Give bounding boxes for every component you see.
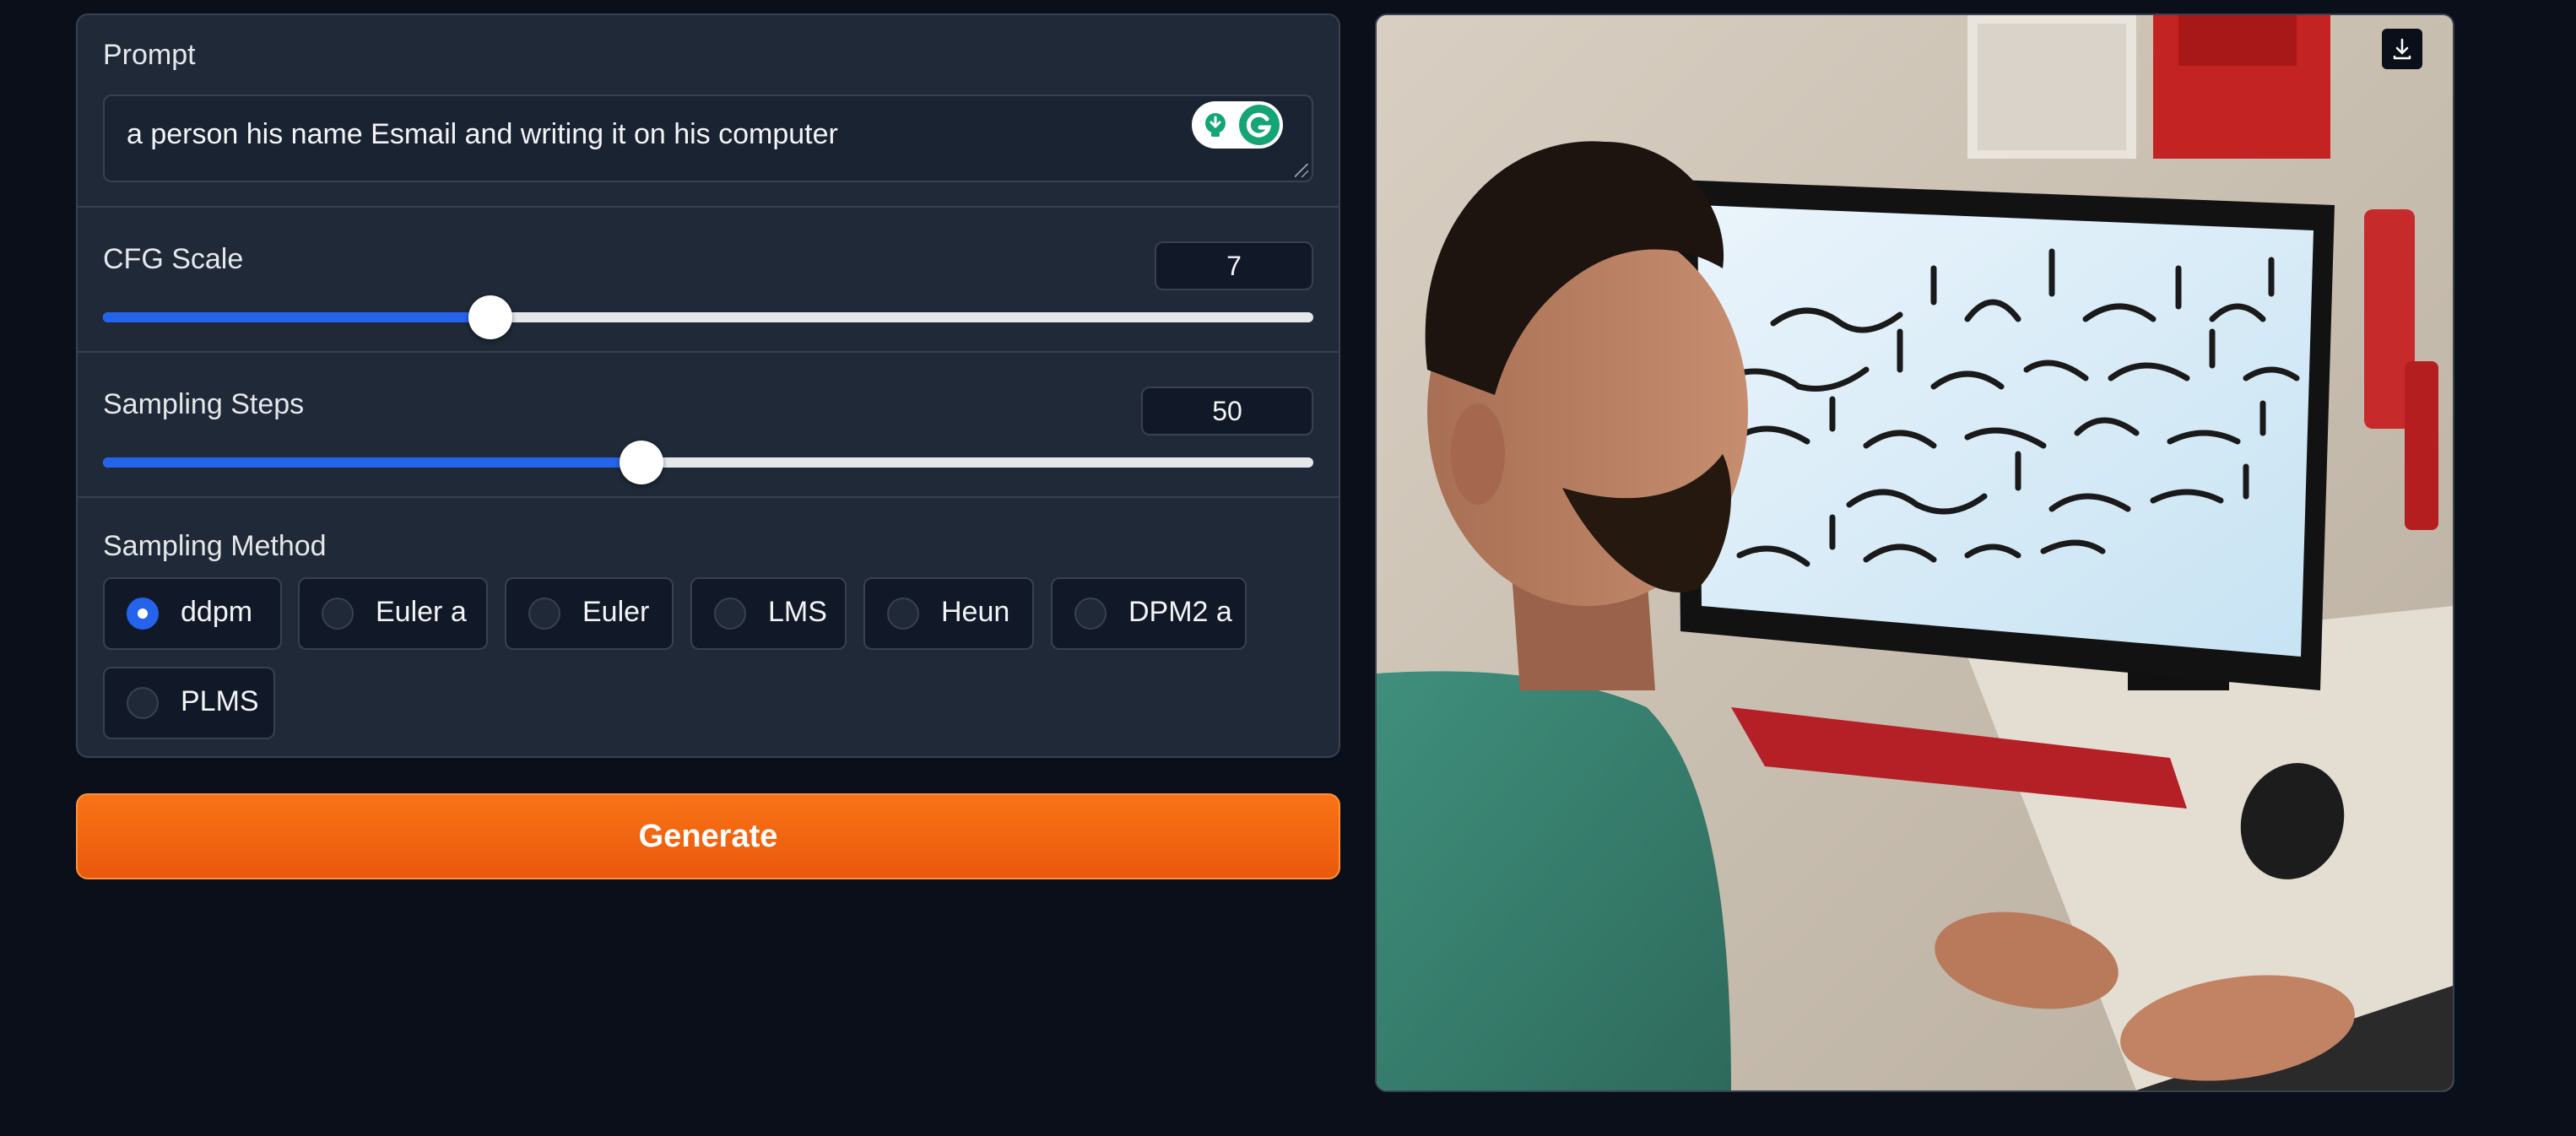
prompt-text: a person his name Esmail and writing it … <box>127 118 838 150</box>
prompt-textarea[interactable]: a person his name Esmail and writing it … <box>103 95 1313 182</box>
radio-lms[interactable]: LMS <box>690 577 847 650</box>
grammarly-icon[interactable] <box>1239 105 1280 145</box>
cfg-label: CFG Scale <box>103 243 244 275</box>
radio-dot[interactable] <box>127 598 159 630</box>
radio-label: PLMS <box>181 685 259 717</box>
radio-heun[interactable]: Heun <box>863 577 1034 650</box>
steps-slider-thumb[interactable] <box>620 441 664 484</box>
grammarly-widget[interactable] <box>1192 101 1283 149</box>
radio-dot[interactable] <box>127 687 159 719</box>
cfg-slider-fill <box>103 312 490 322</box>
radio-label: Euler <box>582 596 650 628</box>
lightbulb-icon[interactable] <box>1197 106 1234 143</box>
radio-dot[interactable] <box>714 598 746 630</box>
radio-dot[interactable] <box>528 598 560 630</box>
prompt-block: Prompt a person his name Esmail and writ… <box>78 15 1339 206</box>
radio-dot[interactable] <box>1074 598 1107 630</box>
steps-slider[interactable] <box>103 441 1313 484</box>
cfg-slider[interactable] <box>103 295 1313 339</box>
resize-handle-icon[interactable] <box>1295 164 1308 177</box>
radio-label: Heun <box>941 596 1010 628</box>
cfg-slider-thumb[interactable] <box>468 295 512 339</box>
generated-image <box>1375 14 2454 1092</box>
method-block: Sampling Method ddpm Euler a Euler LMS H… <box>78 496 1339 756</box>
radio-dot[interactable] <box>322 598 354 630</box>
radio-dpm2-a[interactable]: DPM2 a <box>1051 577 1247 650</box>
steps-label: Sampling Steps <box>103 388 305 420</box>
radio-euler[interactable]: Euler <box>505 577 674 650</box>
download-icon[interactable] <box>2382 29 2422 69</box>
radio-dot[interactable] <box>887 598 919 630</box>
radio-ddpm[interactable]: ddpm <box>103 577 282 650</box>
radio-label: DPM2 a <box>1128 596 1232 628</box>
radio-plms[interactable]: PLMS <box>103 667 275 739</box>
cfg-block: CFG Scale 7 <box>78 206 1339 351</box>
generated-image-illustration <box>1377 15 2453 1090</box>
cfg-number-input[interactable]: 7 <box>1155 241 1313 290</box>
steps-slider-fill <box>103 457 642 468</box>
app-root: Prompt a person his name Esmail and writ… <box>0 0 2576 1136</box>
radio-label: ddpm <box>181 596 253 628</box>
steps-number-input[interactable]: 50 <box>1141 387 1313 435</box>
prompt-label: Prompt <box>103 39 196 71</box>
steps-block: Sampling Steps 50 <box>78 351 1339 496</box>
generate-button[interactable]: Generate <box>76 793 1340 879</box>
method-label: Sampling Method <box>103 530 327 562</box>
radio-label: LMS <box>768 596 827 628</box>
radio-label: Euler a <box>376 596 467 628</box>
controls-panel: Prompt a person his name Esmail and writ… <box>76 14 1340 758</box>
radio-euler-a[interactable]: Euler a <box>298 577 488 650</box>
